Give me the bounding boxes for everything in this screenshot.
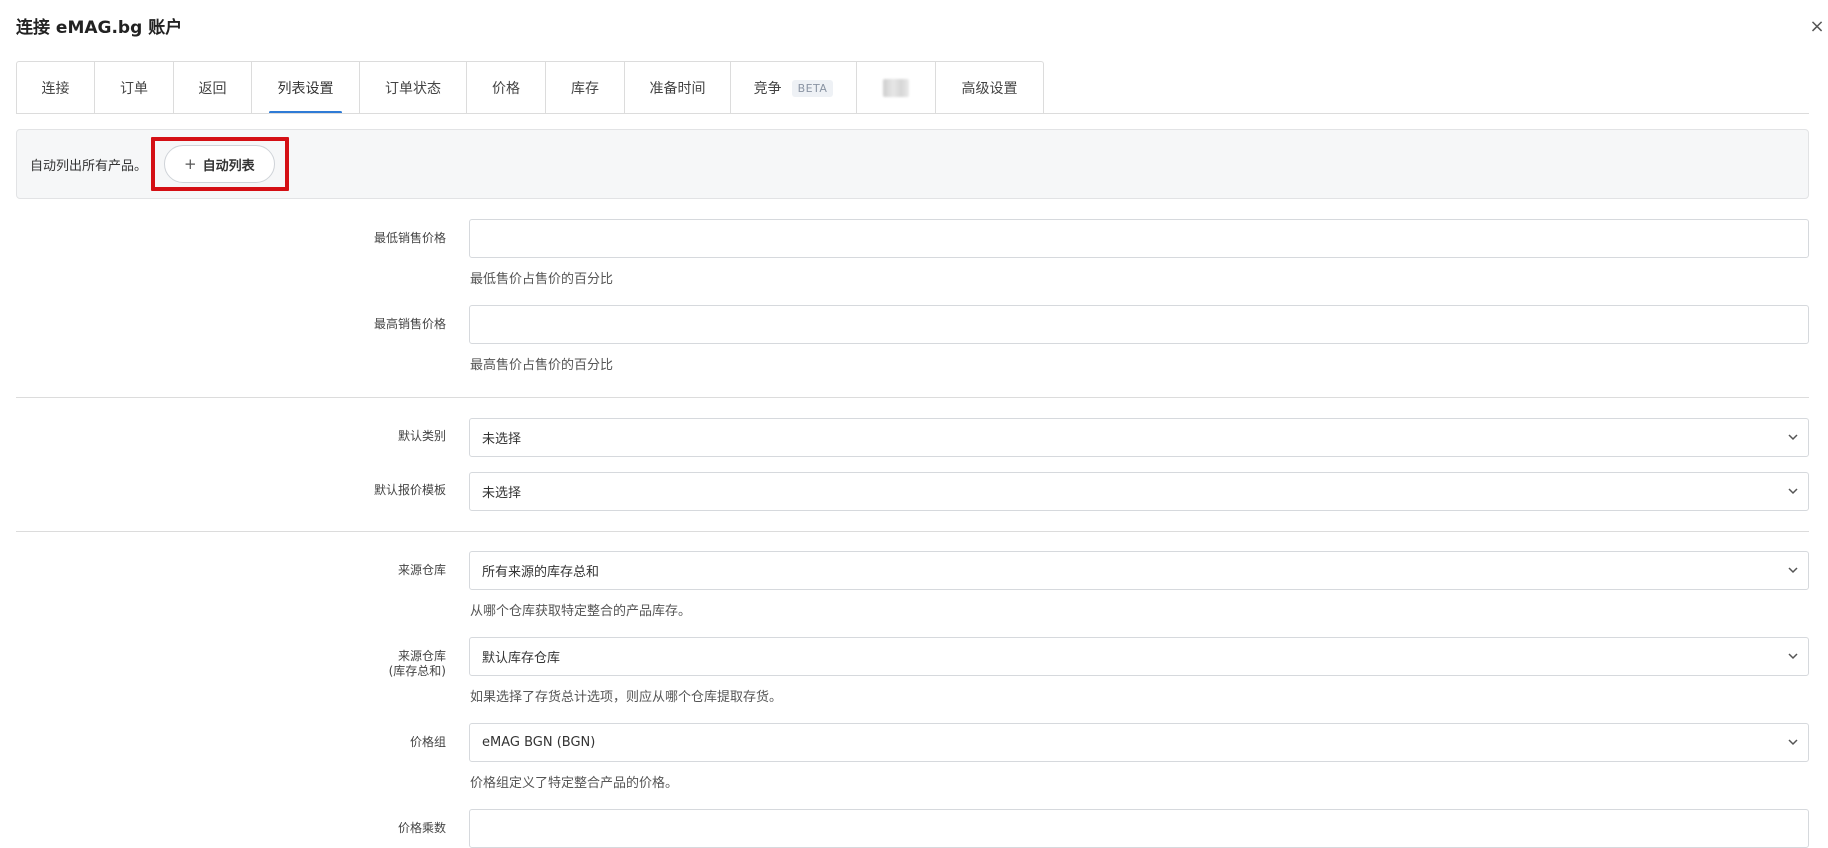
beta-badge: BETA — [791, 79, 834, 97]
default-category-value: 未选择 — [482, 432, 522, 447]
source-warehouse-total-help: 如果选择了存货总计选项，则应从哪个仓库提取存货。 — [470, 690, 783, 705]
source-warehouse-total-label: 来源仓库 (库存总和) — [389, 649, 446, 679]
autolist-button[interactable]: + 自动列表 — [164, 145, 275, 183]
source-warehouse-label: 来源仓库 — [397, 563, 446, 577]
tab-connect[interactable]: 连接 — [17, 62, 95, 114]
min-price-label: 最低销售价格 — [373, 231, 446, 245]
min-price-input[interactable] — [469, 219, 1809, 258]
blurred-placeholder — [883, 79, 909, 97]
close-icon[interactable]: × — [1806, 16, 1828, 38]
default-category-label: 默认类别 — [397, 429, 446, 443]
highlight-box: + 自动列表 — [151, 137, 289, 191]
autolist-panel: 自动列出所有产品。 + 自动列表 — [16, 129, 1809, 199]
source-warehouse-total-label-line1: 来源仓库 — [397, 649, 446, 663]
chevron-down-icon — [1788, 434, 1798, 441]
price-group-help: 价格组定义了特定整合产品的价格。 — [470, 776, 679, 791]
tab-prices[interactable]: 价格 — [467, 62, 546, 114]
dialog-title: 连接 eMAG.bg 账户 — [16, 18, 183, 38]
chevron-down-icon — [1788, 488, 1798, 495]
price-group-value: eMAG BGN (BGN) — [482, 735, 596, 750]
default-offer-template-label: 默认报价模板 — [373, 483, 446, 497]
source-warehouse-value: 所有来源的库存总和 — [482, 565, 600, 580]
autolist-text: 自动列出所有产品。 — [30, 158, 148, 174]
default-category-select[interactable]: 未选择 — [469, 418, 1809, 457]
chevron-down-icon — [1788, 739, 1798, 746]
tab-blurred[interactable] — [857, 62, 936, 114]
tab-advanced-settings[interactable]: 高级设置 — [936, 62, 1043, 114]
price-group-select[interactable]: eMAG BGN (BGN) — [469, 723, 1809, 762]
source-warehouse-select[interactable]: 所有来源的库存总和 — [469, 551, 1809, 590]
source-warehouse-total-label-line2: (库存总和) — [388, 664, 446, 678]
source-warehouse-total-value: 默认库存仓库 — [482, 651, 561, 666]
price-group-label: 价格组 — [409, 735, 446, 749]
section-divider — [16, 397, 1809, 398]
tab-bar: 连接 订单 返回 列表设置 订单状态 价格 库存 准备时间 竞争 BETA 高级… — [16, 61, 1044, 114]
max-price-input[interactable] — [469, 305, 1809, 344]
chevron-down-icon — [1788, 567, 1798, 574]
tab-competition[interactable]: 竞争 BETA — [731, 62, 857, 114]
source-warehouse-total-select[interactable]: 默认库存仓库 — [469, 637, 1809, 676]
tab-orders[interactable]: 订单 — [95, 62, 174, 114]
source-warehouse-help: 从哪个仓库获取特定整合的产品库存。 — [470, 604, 692, 619]
section-divider — [16, 531, 1809, 532]
max-price-help: 最高售价占售价的百分比 — [470, 358, 614, 373]
chevron-down-icon — [1788, 653, 1798, 660]
default-offer-template-select[interactable]: 未选择 — [469, 472, 1809, 511]
tab-stock[interactable]: 库存 — [546, 62, 625, 114]
price-multiplier-input[interactable] — [469, 809, 1809, 848]
tab-divider — [16, 113, 1809, 114]
max-price-label: 最高销售价格 — [373, 317, 446, 331]
tab-order-status[interactable]: 订单状态 — [360, 62, 467, 114]
tab-competition-label: 竞争 — [753, 81, 782, 97]
price-multiplier-label: 价格乘数 — [397, 821, 446, 835]
min-price-help: 最低售价占售价的百分比 — [470, 272, 614, 287]
tab-returns[interactable]: 返回 — [174, 62, 252, 114]
default-offer-template-value: 未选择 — [482, 486, 522, 501]
tab-listing-settings[interactable]: 列表设置 — [252, 62, 360, 114]
plus-icon: + — [184, 155, 197, 173]
autolist-button-label: 自动列表 — [202, 158, 255, 174]
tab-preparation-time[interactable]: 准备时间 — [625, 62, 731, 114]
